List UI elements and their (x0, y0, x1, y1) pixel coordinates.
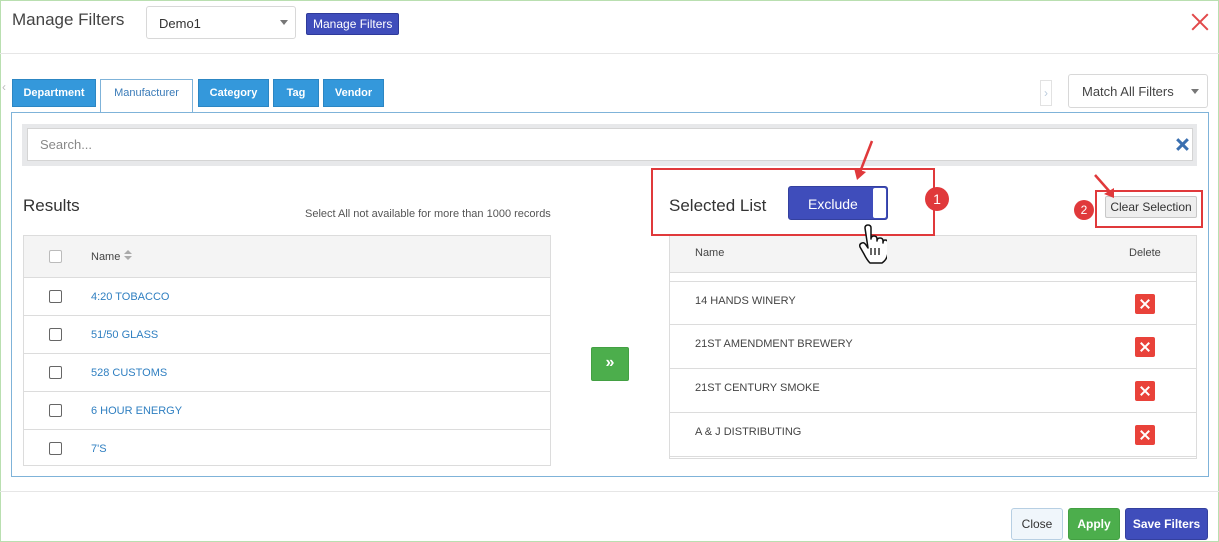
row-checkbox[interactable] (49, 328, 62, 341)
results-table: Name 4:20 TOBACCO 51/50 GLASS 528 CUSTOM… (23, 235, 551, 466)
selected-item-name: 14 HANDS WINERY (695, 295, 796, 307)
list-item: 14 HANDS WINERY (670, 281, 1196, 325)
preset-select-value: Demo1 (159, 16, 201, 31)
annotation-badge-1: 1 (925, 187, 949, 211)
tab-manufacturer[interactable]: Manufacturer (100, 79, 193, 113)
sort-icon[interactable] (124, 250, 133, 261)
move-to-selected-button[interactable]: » (591, 347, 629, 381)
row-checkbox[interactable] (49, 366, 62, 379)
match-select-value: Match All Filters (1082, 84, 1174, 99)
tab-department[interactable]: Department (12, 79, 96, 107)
delete-icon[interactable] (1135, 381, 1155, 401)
table-row: 528 CUSTOMS (24, 354, 550, 392)
results-heading: Results (23, 196, 80, 215)
save-filters-button[interactable]: Save Filters (1125, 508, 1208, 540)
close-icon[interactable] (1188, 10, 1212, 34)
manage-filters-button[interactable]: Manage Filters (306, 13, 400, 35)
list-item: 21ST AMENDMENT BREWERY (670, 325, 1196, 369)
tab-vendor[interactable]: Vendor (323, 79, 384, 107)
selected-table: Name Delete 14 HANDS WINERY 21ST AMENDME… (669, 235, 1197, 459)
delete-icon[interactable] (1135, 425, 1155, 445)
tabs-scroll-left-icon[interactable]: ‹ (2, 80, 10, 106)
table-row: 6 HOUR ENERGY (24, 392, 550, 430)
row-checkbox[interactable] (49, 404, 62, 417)
list-item: A & J DISTRIBUTING (670, 413, 1196, 457)
modal-title: Manage Filters (12, 10, 125, 29)
clear-search-icon[interactable] (1174, 137, 1190, 153)
tabs-scroll-right-icon[interactable]: › (1040, 80, 1052, 106)
match-filters-select[interactable]: Match All Filters (1068, 74, 1208, 108)
annotation-badge-2: 2 (1074, 200, 1094, 220)
table-row: 7'S (24, 430, 550, 468)
list-item: 21ST CENTURY SMOKE (670, 369, 1196, 413)
hand-cursor-icon (859, 224, 887, 264)
caret-down-icon (280, 20, 288, 25)
header-divider (0, 53, 1219, 54)
selected-item-name: 21ST CENTURY SMOKE (695, 382, 820, 394)
delete-icon[interactable] (1135, 337, 1155, 357)
tab-tag[interactable]: Tag (273, 79, 319, 107)
table-row: 4:20 TOBACCO (24, 278, 550, 316)
delete-icon[interactable] (1135, 294, 1155, 314)
row-checkbox[interactable] (49, 442, 62, 455)
column-header-name: Name (695, 247, 725, 259)
footer-divider (0, 491, 1219, 492)
row-checkbox[interactable] (49, 290, 62, 303)
row-name-link[interactable]: 7'S (91, 443, 107, 455)
select-all-note: Select All not available for more than 1… (305, 208, 551, 220)
results-table-header: Name (24, 236, 550, 278)
table-row: 51/50 GLASS (24, 316, 550, 354)
column-header-delete: Delete (1129, 247, 1161, 259)
select-all-checkbox[interactable] (49, 250, 62, 263)
selected-item-name: 21ST AMENDMENT BREWERY (695, 338, 853, 350)
column-header-name[interactable]: Name (91, 250, 133, 263)
caret-down-icon (1191, 89, 1199, 94)
annotation-arrow-icon (854, 140, 874, 180)
close-button[interactable]: Close (1011, 508, 1063, 540)
search-input[interactable] (27, 128, 1193, 161)
row-name-link[interactable]: 6 HOUR ENERGY (91, 405, 182, 417)
preset-select[interactable]: Demo1 (146, 6, 296, 39)
row-name-link[interactable]: 51/50 GLASS (91, 329, 158, 341)
selected-table-header: Name Delete (670, 235, 1196, 273)
apply-button[interactable]: Apply (1068, 508, 1120, 540)
annotation-highlight-exclude (651, 168, 935, 236)
tab-category[interactable]: Category (198, 79, 269, 107)
selected-item-name: A & J DISTRIBUTING (695, 426, 802, 438)
annotation-arrow-icon (1094, 174, 1114, 198)
row-name-link[interactable]: 4:20 TOBACCO (91, 291, 169, 303)
row-name-link[interactable]: 528 CUSTOMS (91, 367, 167, 379)
